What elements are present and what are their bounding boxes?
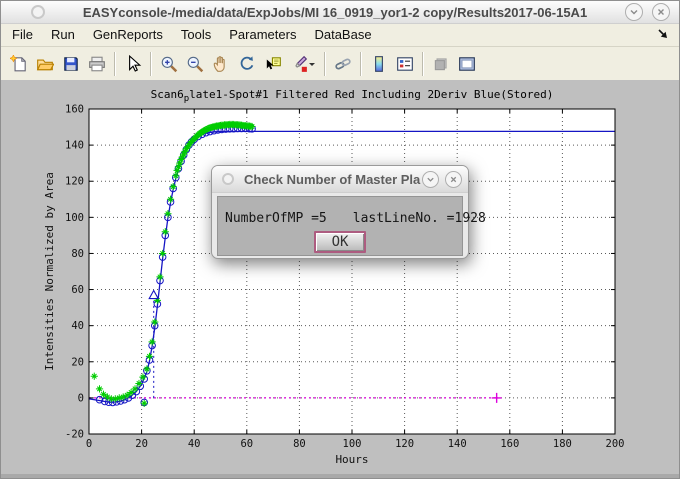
svg-text:0: 0	[78, 392, 84, 404]
link-plot-button[interactable]	[330, 51, 356, 77]
svg-text:200: 200	[606, 438, 625, 450]
svg-text:120: 120	[65, 176, 84, 188]
toolbar-separator	[114, 52, 116, 76]
open-folder-icon	[36, 55, 54, 73]
pan-button[interactable]	[208, 51, 234, 77]
window-bottom-edge	[1, 474, 679, 478]
svg-text:100: 100	[65, 212, 84, 224]
application-window: EASYconsole-/media/data/ExpJobs/MI 16_09…	[0, 0, 680, 479]
menubar: File Run GenReports Tools Parameters Dat…	[1, 24, 679, 47]
svg-text:40: 40	[188, 438, 201, 450]
number-of-mp-value: NumberOfMP =5	[225, 211, 327, 226]
dialog-window-icon	[222, 173, 234, 185]
pan-hand-icon	[212, 55, 230, 73]
toolbar-separator	[324, 52, 326, 76]
legend-icon	[396, 55, 414, 73]
ok-button[interactable]: OK	[314, 231, 366, 253]
menu-tools[interactable]: Tools	[172, 24, 220, 46]
toolbar-separator	[360, 52, 362, 76]
hide-plot-tools-button[interactable]	[428, 51, 454, 77]
rotate-icon	[238, 55, 256, 73]
svg-text:140: 140	[448, 438, 467, 450]
svg-text:40: 40	[71, 320, 84, 332]
svg-text:60: 60	[71, 284, 84, 296]
figure-area: 020406080100120140160180200-200204060801…	[1, 80, 679, 474]
rotate-3d-button[interactable]	[234, 51, 260, 77]
svg-text:20: 20	[135, 438, 148, 450]
chevron-down-icon	[629, 7, 639, 17]
dialog-titlebar[interactable]: Check Number of Master Pla	[212, 166, 468, 193]
dialog-minimize-button[interactable]	[422, 171, 439, 188]
minimize-button[interactable]	[625, 3, 643, 21]
dock-figure-button[interactable]	[454, 51, 480, 77]
close-button[interactable]	[652, 3, 670, 21]
toolbar-separator	[422, 52, 424, 76]
close-icon	[449, 175, 458, 184]
svg-text:180: 180	[553, 438, 572, 450]
window-title: EASYconsole-/media/data/ExpJobs/MI 16_09…	[45, 5, 625, 20]
brush-button[interactable]	[286, 51, 320, 77]
print-icon	[88, 55, 106, 73]
chevron-down-icon	[426, 175, 435, 184]
link-icon	[334, 55, 352, 73]
svg-text:120: 120	[395, 438, 414, 450]
svg-text:Scan6plate1-Spot#1 Filtered Re: Scan6plate1-Spot#1 Filtered Red Includin…	[151, 88, 554, 104]
data-cursor-icon	[264, 55, 282, 73]
toolbar-separator	[150, 52, 152, 76]
zoom-out-button[interactable]	[182, 51, 208, 77]
insert-legend-button[interactable]	[392, 51, 418, 77]
svg-text:0: 0	[86, 438, 92, 450]
last-line-no-value: lastLineNo. =1928	[353, 211, 486, 226]
chart-canvas: 020406080100120140160180200-200204060801…	[1, 80, 679, 474]
dialog-body: NumberOfMP =5 lastLineNo. =1928 OK	[217, 196, 463, 256]
svg-text:160: 160	[65, 104, 84, 116]
open-button[interactable]	[32, 51, 58, 77]
svg-text:60: 60	[240, 438, 253, 450]
edit-arrow-icon	[124, 55, 142, 73]
colorbar-icon	[370, 55, 388, 73]
dialog-close-button[interactable]	[445, 171, 462, 188]
dialog-title: Check Number of Master Pla	[244, 172, 422, 187]
zoom-in-button[interactable]	[156, 51, 182, 77]
edit-plot-button[interactable]	[120, 51, 146, 77]
window-titlebar[interactable]: EASYconsole-/media/data/ExpJobs/MI 16_09…	[1, 1, 679, 24]
print-button[interactable]	[84, 51, 110, 77]
data-cursor-button[interactable]	[260, 51, 286, 77]
save-button[interactable]	[58, 51, 84, 77]
window-menu-icon[interactable]	[31, 5, 45, 19]
svg-text:160: 160	[500, 438, 519, 450]
menu-run[interactable]: Run	[42, 24, 84, 46]
svg-text:100: 100	[343, 438, 362, 450]
menu-parameters[interactable]: Parameters	[220, 24, 305, 46]
svg-text:80: 80	[293, 438, 306, 450]
svg-text:140: 140	[65, 140, 84, 152]
menu-genreports[interactable]: GenReports	[84, 24, 172, 46]
dock-arrow-icon[interactable]	[656, 27, 669, 43]
svg-text:Intensities Normalized by Area: Intensities Normalized by Area	[43, 172, 56, 371]
zoom-out-icon	[186, 55, 204, 73]
svg-text:-20: -20	[65, 429, 84, 441]
svg-text:80: 80	[71, 248, 84, 260]
figure-toolbar	[1, 47, 679, 81]
dropdown-caret-icon	[308, 60, 316, 68]
close-icon	[656, 7, 666, 17]
new-file-button[interactable]	[6, 51, 32, 77]
svg-text:Hours: Hours	[335, 453, 368, 466]
hide-plot-tools-icon	[432, 55, 450, 73]
menu-file[interactable]: File	[3, 24, 42, 46]
zoom-in-icon	[160, 55, 178, 73]
brush-icon	[290, 55, 308, 73]
menu-database[interactable]: DataBase	[305, 24, 380, 46]
check-master-plates-dialog: Check Number of Master Pla NumberOfMP =5…	[211, 165, 469, 259]
svg-text:20: 20	[71, 356, 84, 368]
insert-colorbar-button[interactable]	[366, 51, 392, 77]
save-icon	[62, 55, 80, 73]
dock-figure-icon	[458, 55, 476, 73]
new-file-icon	[10, 55, 28, 73]
